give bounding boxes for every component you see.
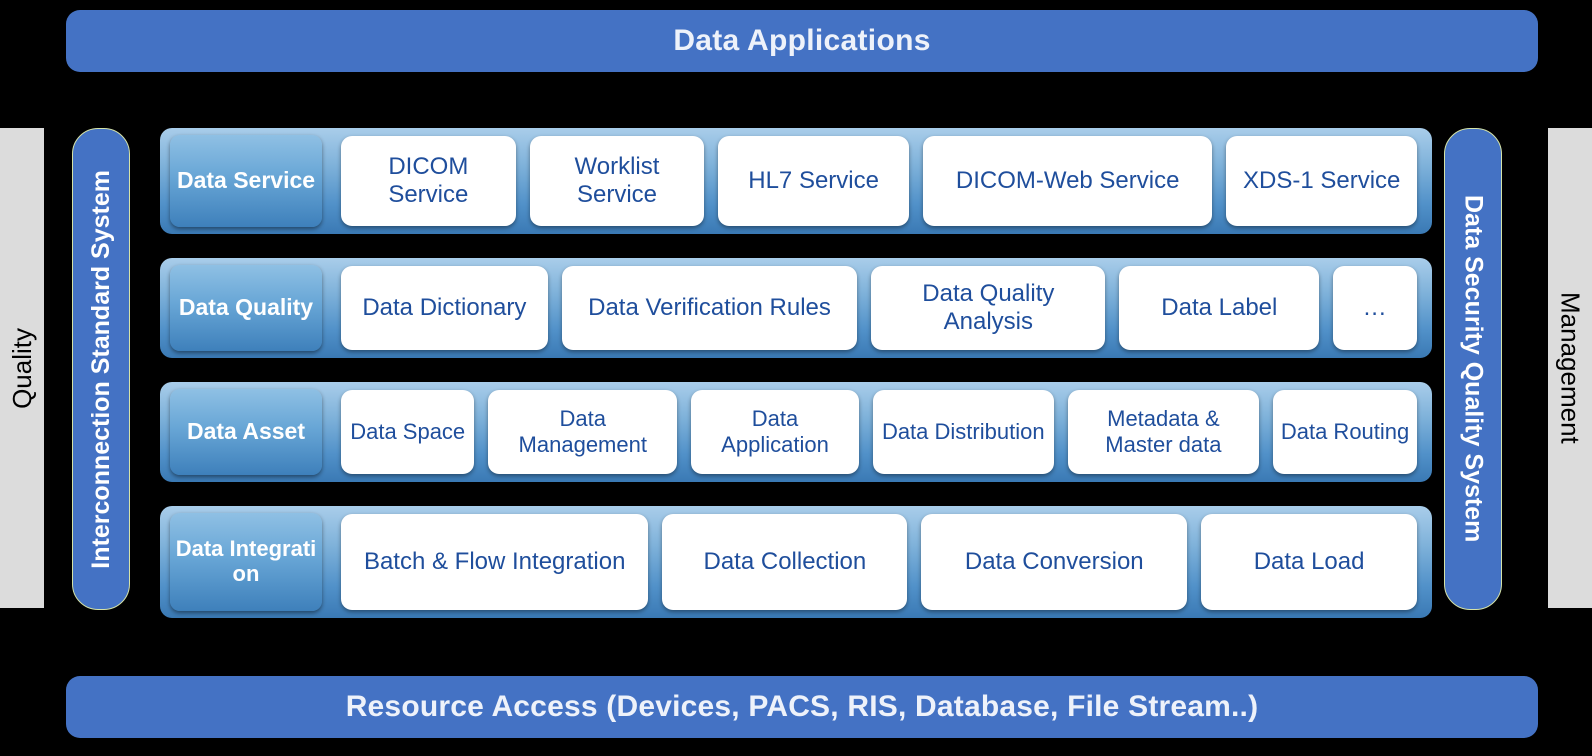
layer-stack: Data Service DICOM Service Worklist Servi… (160, 128, 1432, 618)
layer-cell[interactable]: Data Load (1201, 514, 1418, 610)
layer-cell[interactable]: Data Space (341, 390, 475, 474)
layer-cells-data-asset: Data Space Data Management Data Applicatio… (332, 382, 1426, 482)
layer-cell[interactable]: DICOM Service (341, 136, 516, 226)
layer-row-data-asset: Data Asset Data Space Data Management Data… (160, 382, 1432, 482)
layer-cell[interactable]: Data Conversion (921, 514, 1188, 610)
pillar-data-security-quality-system-label: Data Security Quality System (1459, 195, 1488, 543)
layer-row-data-quality: Data Quality Data Dictionary Data Verific… (160, 258, 1432, 358)
pillar-interconnection-standard-system-label: Interconnection Standard System (86, 169, 115, 569)
layer-cells-data-service: DICOM Service Worklist Service HL7 Service… (332, 128, 1426, 234)
layer-cell[interactable]: Data Collection (662, 514, 908, 610)
layer-cell[interactable]: Data Application (691, 390, 859, 474)
layer-cell[interactable]: XDS-1 Service (1226, 136, 1417, 226)
architecture-diagram: Data Applications Quality Interconnectio… (0, 0, 1592, 756)
layer-cell[interactable]: HL7 Service (718, 136, 909, 226)
layer-label-data-integration[interactable]: Data Integration (170, 513, 322, 611)
layer-cell[interactable]: Data Management (488, 390, 678, 474)
layer-cell[interactable]: Data Quality Analysis (871, 266, 1106, 350)
layer-label-data-quality[interactable]: Data Quality (170, 265, 322, 351)
bottom-layer-label: Resource Access (Devices, PACS, RIS, Dat… (345, 690, 1259, 723)
layer-cell[interactable]: Metadata & Master data (1067, 390, 1260, 474)
layer-cells-data-quality: Data Dictionary Data Verification Rules Da… (332, 258, 1426, 358)
layer-cell[interactable]: Batch & Flow Integration (341, 514, 649, 610)
layer-cell[interactable]: Data Label (1119, 266, 1320, 350)
layer-label-data-service[interactable]: Data Service (170, 135, 322, 227)
layer-cell[interactable]: Data Dictionary (341, 266, 548, 350)
layer-cell[interactable]: Data Routing (1273, 390, 1418, 474)
pillar-interconnection-standard-system[interactable]: Interconnection Standard System (72, 128, 130, 610)
layer-cell[interactable]: ... (1333, 266, 1418, 350)
pillar-data-security-quality-system[interactable]: Data Security Quality System (1444, 128, 1502, 610)
outer-column-quality: Quality (0, 128, 44, 608)
layer-cell[interactable]: Data Verification Rules (561, 266, 858, 350)
layer-cell[interactable]: DICOM-Web Service (922, 136, 1213, 226)
top-layer-label: Data Applications (673, 24, 931, 57)
outer-column-management: Management (1548, 128, 1592, 608)
top-layer-data-applications[interactable]: Data Applications (66, 10, 1538, 72)
outer-column-quality-label: Quality (6, 327, 37, 409)
layer-cell[interactable]: Worklist Service (529, 136, 705, 226)
layer-cells-data-integration: Batch & Flow Integration Data Collection D… (332, 506, 1426, 618)
bottom-layer-resource-access[interactable]: Resource Access (Devices, PACS, RIS, Dat… (66, 676, 1538, 738)
layer-row-data-integration: Data Integration Batch & Flow Integratio… (160, 506, 1432, 618)
layer-row-data-service: Data Service DICOM Service Worklist Servi… (160, 128, 1432, 234)
layer-cell[interactable]: Data Distribution (872, 390, 1054, 474)
layer-label-data-asset[interactable]: Data Asset (170, 389, 322, 475)
outer-column-management-label: Management (1555, 292, 1586, 444)
